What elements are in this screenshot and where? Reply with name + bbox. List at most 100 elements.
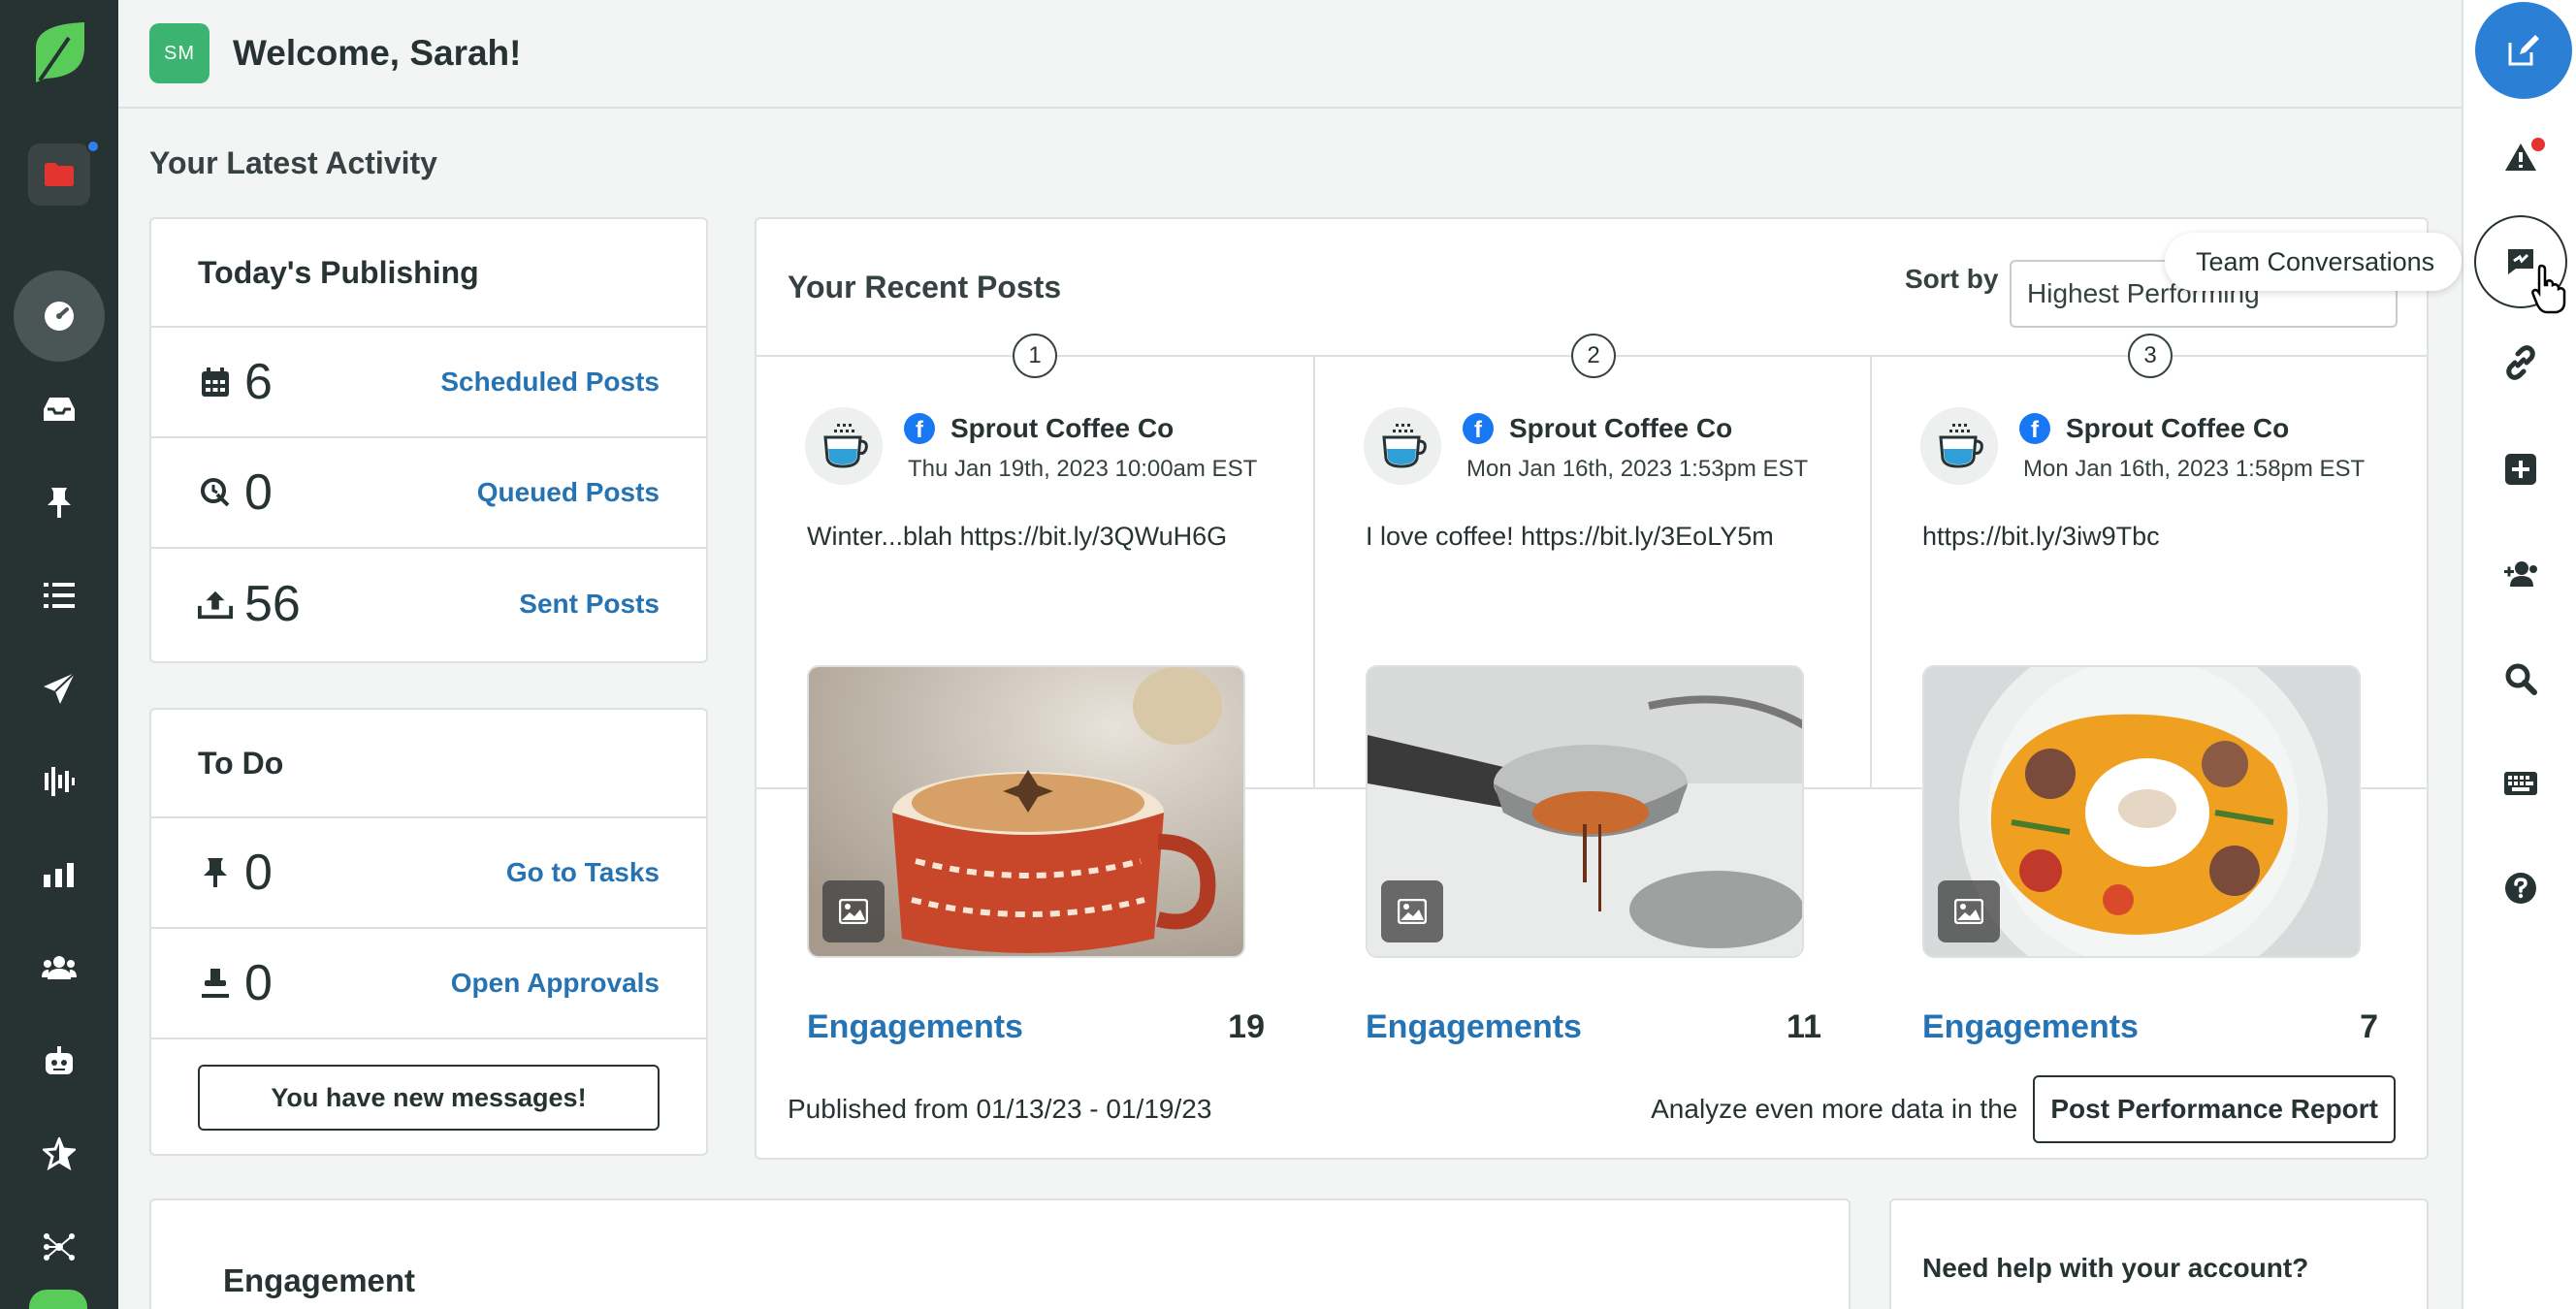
compose-icon	[2508, 35, 2539, 66]
header: SM Welcome, Sarah!	[118, 0, 2462, 109]
alert-dot	[2531, 138, 2545, 151]
reports-icon	[44, 863, 74, 887]
engagements-label[interactable]: Engagements	[1922, 1008, 2139, 1046]
post-image[interactable]	[807, 665, 1245, 958]
bot-icon	[46, 1046, 73, 1074]
tasks-nav-item[interactable]	[0, 463, 118, 541]
engagements-value: 7	[2360, 1008, 2378, 1045]
rank-badge: 3	[2128, 334, 2173, 378]
queued-row: 0 Queued Posts	[151, 438, 706, 549]
analyze-text: Analyze even more data in the	[1651, 1094, 2018, 1124]
bots-nav-item[interactable]	[0, 1022, 118, 1100]
people-icon	[42, 956, 77, 979]
help-button[interactable]	[2463, 849, 2576, 927]
sort-label: Sort by	[1905, 264, 1999, 294]
right-rail	[2462, 0, 2576, 1309]
search-icon	[2505, 663, 2537, 695]
published-range: Published from 01/13/23 - 01/19/23	[788, 1094, 1212, 1124]
tooltip-team-conversations: Team Conversations	[2165, 233, 2462, 291]
folder-nav-item[interactable]	[0, 136, 118, 213]
card-title: To Do	[151, 710, 706, 818]
card-title: Engagement	[223, 1262, 416, 1298]
notification-dot	[86, 140, 100, 153]
queued-count: 0	[244, 464, 273, 521]
tasks-count: 0	[244, 845, 273, 901]
open-approvals-link[interactable]: Open Approvals	[451, 968, 660, 999]
link-icon	[2506, 345, 2535, 380]
team-button[interactable]	[2463, 535, 2576, 613]
image-icon	[822, 880, 885, 942]
search-button[interactable]	[2463, 640, 2576, 718]
inbox-icon	[44, 398, 75, 421]
image-icon	[1938, 880, 2000, 942]
scheduled-count: 6	[244, 354, 273, 410]
post-text[interactable]: https://bit.ly/3iw9Tbc	[1922, 522, 2160, 552]
post-author[interactable]: Sprout Coffee Co	[2066, 413, 2289, 444]
facebook-icon: f	[2019, 413, 2050, 444]
card-title: Your Recent Posts	[788, 269, 1062, 304]
rank-badge: 2	[1571, 334, 1616, 378]
post-image[interactable]	[1366, 665, 1804, 958]
reports-nav-item[interactable]	[0, 836, 118, 913]
scheduled-row: 6 Scheduled Posts	[151, 328, 706, 438]
post-author[interactable]: Sprout Coffee Co	[950, 413, 1174, 444]
publishing-nav-item[interactable]	[0, 650, 118, 727]
post-card[interactable]: 3 f Sprout Coffee Co Mon Jan 16th, 2023 …	[1870, 334, 2427, 1045]
engagements-value: 19	[1228, 1008, 1265, 1045]
post-date: Mon Jan 16th, 2023 1:53pm EST	[1466, 456, 1809, 482]
listening-nav-item[interactable]	[0, 743, 118, 820]
sent-count: 56	[244, 576, 301, 632]
help-card: Need help with your account?	[1889, 1198, 2429, 1309]
keyboard-icon	[2504, 772, 2537, 795]
add-user-icon	[2504, 561, 2537, 587]
network-icon	[44, 1233, 75, 1261]
engagements-label[interactable]: Engagements	[807, 1008, 1023, 1046]
calendar-icon	[198, 367, 233, 398]
send-icon	[44, 672, 76, 704]
avatar[interactable]: SM	[149, 23, 209, 83]
feeds-nav-item[interactable]	[0, 557, 118, 634]
list-icon	[44, 583, 75, 608]
alerts-button[interactable]	[2463, 118, 2576, 196]
upload-icon	[198, 589, 233, 620]
image-icon	[1381, 880, 1443, 942]
approval-icon	[198, 968, 233, 999]
coffee-cup-icon	[1364, 407, 1441, 485]
queued-posts-link[interactable]: Queued Posts	[477, 477, 660, 508]
compose-button[interactable]	[2475, 2, 2572, 99]
keyboard-shortcuts-button[interactable]	[2463, 745, 2576, 822]
pin-icon	[198, 857, 233, 888]
rank-badge: 1	[1013, 334, 1057, 378]
post-text[interactable]: I love coffee! https://bit.ly/3EoLY5m	[1366, 522, 1774, 552]
reviews-nav-item[interactable]	[0, 1115, 118, 1193]
sprout-bottom-icon[interactable]	[29, 1290, 87, 1309]
engagements-label[interactable]: Engagements	[1366, 1008, 1582, 1046]
links-button[interactable]	[2463, 324, 2576, 401]
add-icon	[2505, 454, 2536, 485]
post-author[interactable]: Sprout Coffee Co	[1509, 413, 1732, 444]
post-card[interactable]: 1 f Sprout Coffee Co Thu Jan 19th, 2023 …	[757, 334, 1313, 1045]
go-to-tasks-link[interactable]: Go to Tasks	[506, 857, 660, 888]
engagement-card: Engagement	[149, 1198, 1851, 1309]
new-messages-button[interactable]: You have new messages!	[198, 1065, 660, 1131]
post-card[interactable]: 2 f Sprout Coffee Co Mon Jan 16th, 2023 …	[1313, 334, 1870, 1045]
facebook-icon: f	[904, 413, 935, 444]
team-conversations-button[interactable]	[2463, 215, 2576, 314]
posts-row: 1 f Sprout Coffee Co Thu Jan 19th, 2023 …	[757, 334, 2427, 1045]
network-nav-item[interactable]	[0, 1208, 118, 1286]
post-image[interactable]	[1922, 665, 2361, 958]
scheduled-posts-link[interactable]: Scheduled Posts	[440, 367, 660, 398]
dashboard-nav-item[interactable]	[0, 271, 118, 362]
post-text[interactable]: Winter...blah https://bit.ly/3QWuH6G	[807, 522, 1227, 552]
sprout-logo-icon[interactable]	[0, 14, 118, 91]
add-button[interactable]	[2463, 431, 2576, 508]
facebook-icon: f	[1463, 413, 1494, 444]
post-performance-report-button[interactable]: Post Performance Report	[2033, 1075, 2396, 1143]
people-nav-item[interactable]	[0, 929, 118, 1006]
help-icon	[2505, 873, 2536, 904]
folder-icon	[28, 140, 100, 206]
sent-posts-link[interactable]: Sent Posts	[519, 589, 660, 620]
inbox-nav-item[interactable]	[0, 370, 118, 448]
star-icon	[43, 1137, 76, 1170]
left-navigation	[0, 0, 118, 1309]
